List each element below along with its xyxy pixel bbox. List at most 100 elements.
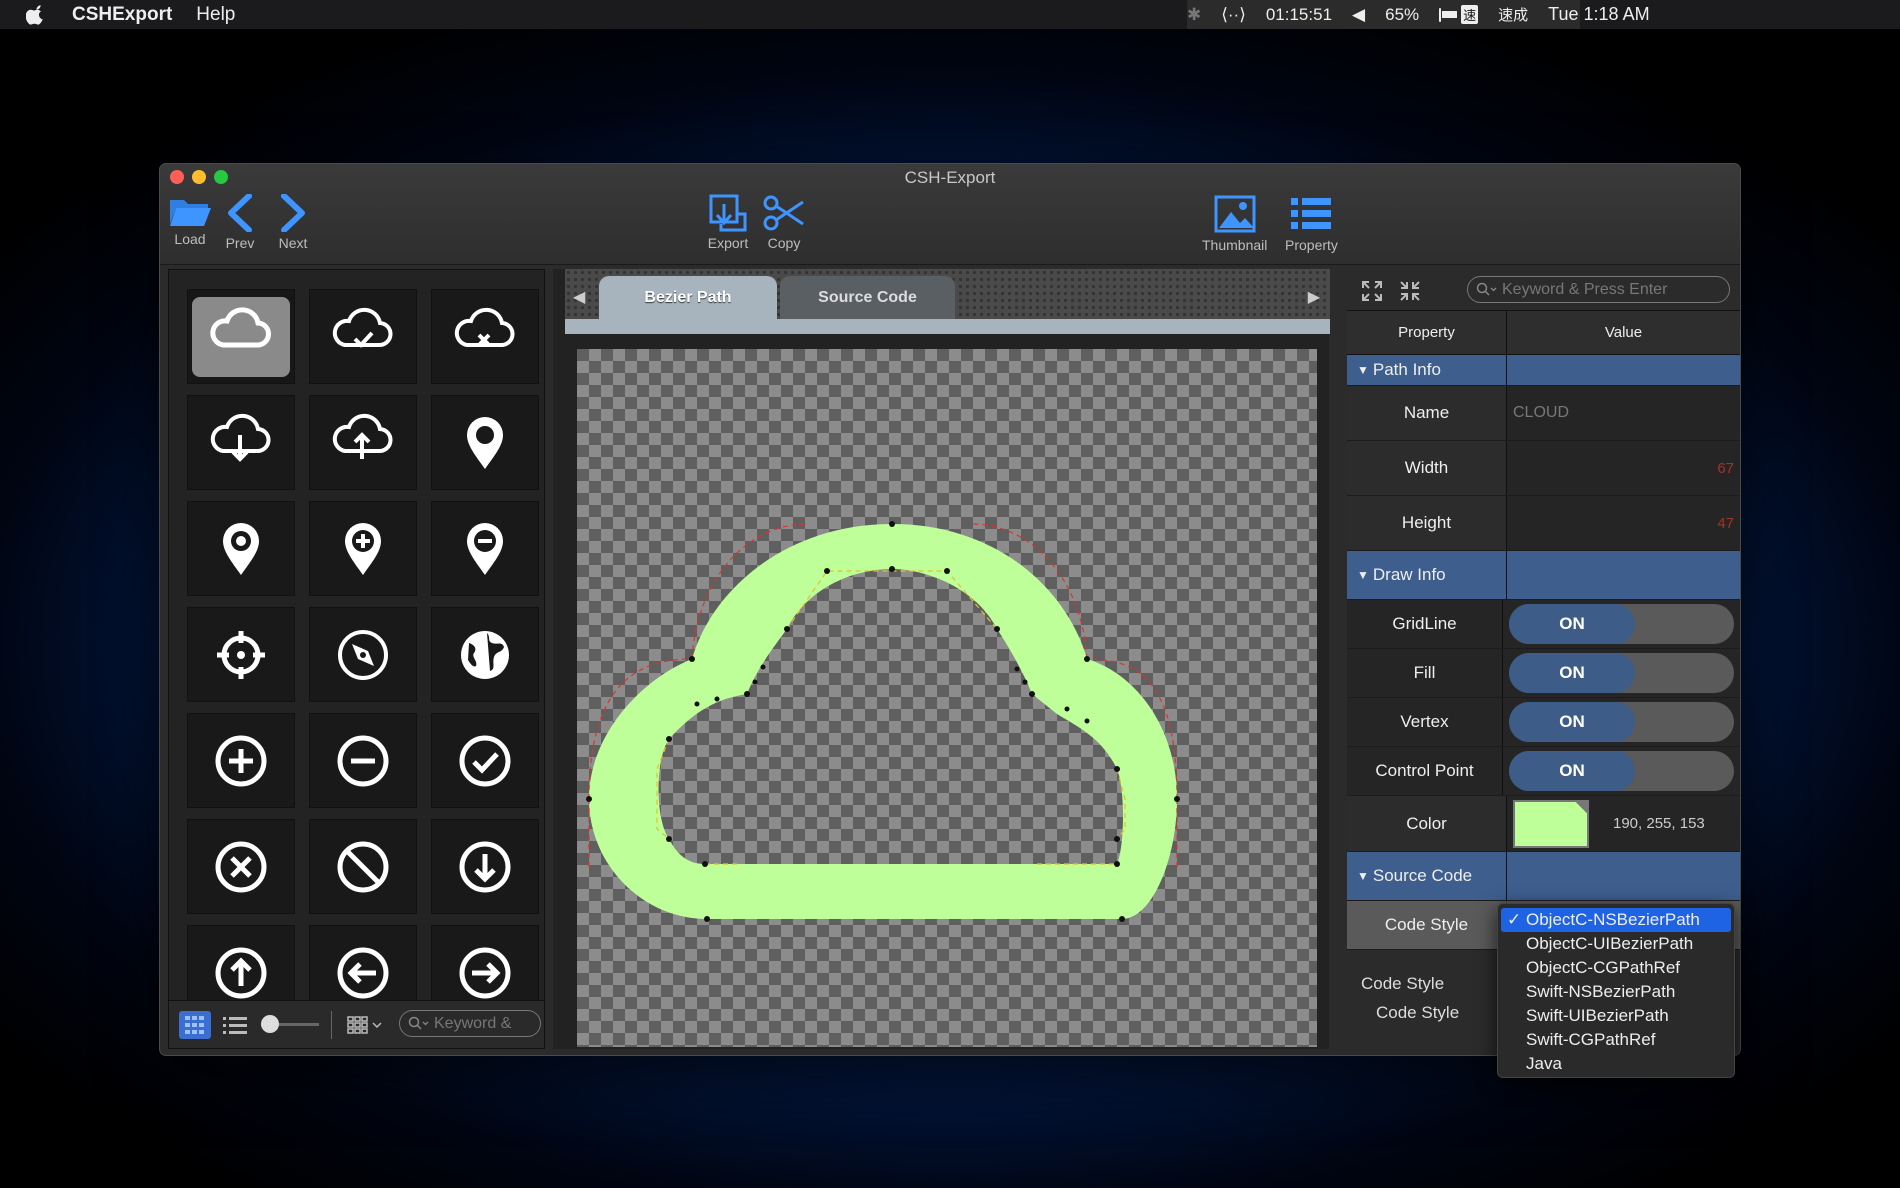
column-property[interactable]: Property (1347, 311, 1507, 354)
library-cell[interactable] (431, 289, 539, 384)
library-cell[interactable] (187, 607, 295, 702)
gridline-label: GridLine (1347, 600, 1503, 648)
row-color: Color 190, 255, 153 (1347, 796, 1740, 852)
color-swatch[interactable] (1513, 799, 1589, 848)
chevron-right-icon (281, 194, 305, 232)
circle-plus-icon (215, 735, 267, 786)
library-cell[interactable] (431, 501, 539, 596)
code-style-option[interactable]: Swift-NSBezierPath (1501, 980, 1731, 1004)
height-field[interactable]: 47 (1507, 496, 1740, 550)
height-label: Height (1347, 496, 1507, 550)
copy-button[interactable]: Copy (763, 194, 805, 251)
circle-arrow-up-icon (215, 947, 267, 998)
library-cell[interactable] (309, 713, 417, 808)
section-draw-info[interactable]: ▼ Draw Info (1347, 551, 1740, 600)
section-source-code-label: ▼ Source Code (1347, 852, 1507, 900)
property-label: Property (1285, 237, 1338, 253)
tab-bezier-path[interactable]: Bezier Path (599, 276, 777, 320)
bluetooth-icon[interactable]: ✱ (1187, 5, 1201, 25)
code-style-option[interactable]: ✓ ObjectC-NSBezierPath (1501, 908, 1731, 932)
code-style-option-label: Swift-NSBezierPath (1526, 982, 1676, 1001)
timer-icon[interactable]: ⟨··⟩ (1221, 5, 1246, 25)
prev-button[interactable]: Prev (225, 194, 255, 251)
cloud-path-preview[interactable] (577, 349, 1317, 1047)
circle-ban-icon (337, 841, 389, 892)
code-style-option[interactable]: Swift-UIBezierPath (1501, 1004, 1731, 1028)
load-button[interactable]: Load (168, 194, 212, 247)
size-slider-knob[interactable] (261, 1015, 279, 1033)
color-label: Color (1347, 796, 1507, 851)
library-cell[interactable] (309, 607, 417, 702)
compass-icon (338, 629, 388, 680)
code-style-option[interactable]: Java (1501, 1052, 1731, 1076)
next-label: Next (278, 235, 308, 251)
library-search-input[interactable]: Keyword & (399, 1010, 541, 1037)
clock[interactable]: Tue 1:18 AM (1548, 4, 1649, 25)
battery-icon[interactable] (1439, 7, 1458, 22)
library-cell[interactable] (309, 501, 417, 596)
help-menu[interactable]: Help (196, 4, 235, 26)
code-style-caption-1: Code Style (1361, 974, 1445, 993)
input-method-text: 速成 (1498, 7, 1529, 24)
library-cell[interactable] (187, 713, 295, 808)
vertex-toggle[interactable]: ON (1509, 702, 1734, 742)
library-cell[interactable] (431, 713, 539, 808)
row-vertex: Vertex ON (1347, 698, 1740, 747)
code-style-option[interactable]: ObjectC-CGPathRef (1501, 956, 1731, 980)
row-gridline: GridLine ON (1347, 600, 1740, 649)
property-search-input[interactable]: Keyword & Press Enter (1467, 276, 1730, 303)
section-path-info[interactable]: ▼ Path Info (1347, 355, 1740, 386)
color-value: 190, 255, 153 (1613, 815, 1705, 832)
next-button[interactable]: Next (278, 194, 308, 251)
library-cell[interactable] (431, 819, 539, 914)
library-cell[interactable] (187, 395, 295, 490)
tab-scroll-left-icon[interactable]: ◀ (573, 287, 585, 307)
library-cell[interactable] (309, 289, 417, 384)
code-style-option[interactable]: ObjectC-UIBezierPath (1501, 932, 1731, 956)
library-cell[interactable] (187, 289, 295, 384)
library-cell[interactable] (187, 819, 295, 914)
gridline-toggle[interactable]: ON (1509, 604, 1734, 644)
expand-icon[interactable] (1361, 280, 1383, 302)
library-cell[interactable] (309, 819, 417, 914)
app-menu[interactable]: CSHExport (72, 4, 172, 26)
column-value[interactable]: Value (1507, 311, 1740, 354)
library-cell[interactable] (431, 395, 539, 490)
name-field[interactable]: CLOUD (1507, 386, 1740, 440)
code-style-caption-2: Code Style (1376, 1003, 1460, 1022)
drawing-canvas[interactable] (577, 349, 1317, 1047)
library-cell[interactable] (309, 395, 417, 490)
code-style-option[interactable]: Swift-CGPathRef (1501, 1028, 1731, 1052)
grid-options-icon[interactable] (347, 1015, 385, 1035)
timer-text: 01:15:51 (1265, 4, 1333, 24)
status-area: ✱ ⟨··⟩ 01:15:51 ◀ 65% 速 速成 Tue 1:18 AM (1187, 0, 1650, 29)
fill-toggle[interactable]: ON (1509, 653, 1734, 693)
window-title: CSH-Export (904, 168, 996, 187)
width-field[interactable]: 67 (1507, 441, 1740, 495)
volume-icon[interactable]: ◀ (1352, 5, 1365, 25)
tab-source-code[interactable]: Source Code (780, 276, 955, 320)
section-path-info-label: ▼ Path Info (1347, 355, 1507, 385)
code-style-dropdown[interactable]: ✓ ObjectC-NSBezierPath ObjectC-UIBezierPat… (1497, 903, 1735, 1078)
list-view-icon[interactable] (223, 1015, 247, 1035)
vertex-label: Vertex (1347, 698, 1503, 746)
menu-bar: CSHExport Help ✱ ⟨··⟩ 01:15:51 ◀ 65% 速 速… (0, 0, 1900, 29)
control-point-toggle[interactable]: ON (1509, 751, 1734, 791)
library-cell[interactable] (431, 607, 539, 702)
collapse-icon[interactable] (1399, 280, 1421, 302)
property-table: Property Value ▼ Path Info Name CLOUD Wid… (1347, 311, 1740, 950)
section-source-code[interactable]: ▼ Source Code (1347, 852, 1740, 901)
folder-icon (170, 200, 211, 226)
code-style-option-label: ObjectC-NSBezierPath (1526, 910, 1700, 929)
input-method-icon[interactable]: 速 (1461, 5, 1479, 24)
apple-icon[interactable] (26, 4, 46, 25)
circle-arrow-down-icon (459, 841, 511, 892)
export-button[interactable]: Export (707, 194, 749, 251)
grid-view-icon[interactable] (179, 1011, 211, 1039)
property-button[interactable]: Property (1285, 194, 1338, 253)
library-bottom-bar: Keyword & (169, 1000, 544, 1048)
name-label: Name (1347, 386, 1507, 440)
thumbnail-button[interactable]: Thumbnail (1202, 194, 1267, 253)
tab-scroll-right-icon[interactable]: ▶ (1308, 287, 1320, 307)
library-cell[interactable] (187, 501, 295, 596)
